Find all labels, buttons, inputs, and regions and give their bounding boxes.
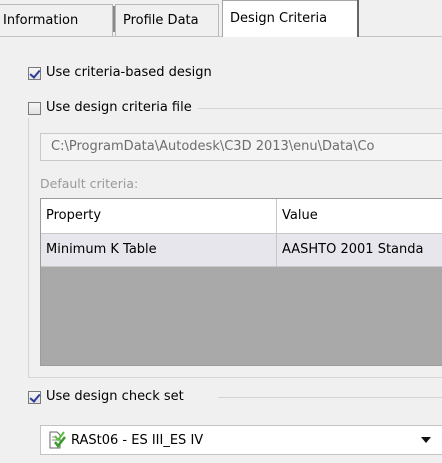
default-criteria-label: Default criteria: xyxy=(40,176,139,191)
table-row[interactable]: Minimum K Table AASHTO 2001 Standa xyxy=(41,234,442,267)
criteria-based-design-row[interactable]: Use criteria-based design xyxy=(28,63,212,83)
design-check-set-dropdown[interactable]: RASt06 - ES III_ES IV xyxy=(40,425,442,455)
column-header-property[interactable]: Property xyxy=(41,199,277,233)
chevron-down-icon[interactable] xyxy=(421,437,431,443)
criteria-based-design-label: Use criteria-based design xyxy=(46,65,212,80)
criteria-file-label: Use design criteria file xyxy=(46,100,192,115)
design-check-set-checkbox[interactable] xyxy=(28,390,41,404)
design-check-set-value: RASt06 - ES III_ES IV xyxy=(71,432,204,448)
tab-information[interactable]: Information xyxy=(0,4,113,36)
tab-strip: Information Profile Data Design Criteria xyxy=(0,0,442,37)
criteria-based-design-checkbox[interactable] xyxy=(28,66,41,80)
design-check-set-row[interactable]: Use design check set xyxy=(28,387,184,407)
check-set-group-line xyxy=(218,397,442,398)
criteria-file-path-field[interactable]: C:\ProgramData\Autodesk\C3D 2013\enu\Dat… xyxy=(40,133,442,161)
table-header: Property Value xyxy=(41,199,442,234)
criteria-file-checkbox[interactable] xyxy=(28,101,41,115)
tab-profile-data[interactable]: Profile Data xyxy=(115,4,219,36)
design-check-set-label: Use design check set xyxy=(46,389,184,404)
tab-selected-edge xyxy=(357,0,359,37)
column-header-value[interactable]: Value xyxy=(277,199,442,233)
design-check-set-icon xyxy=(49,431,66,449)
criteria-file-row[interactable]: Use design criteria file xyxy=(28,98,198,118)
tab-design-criteria[interactable]: Design Criteria xyxy=(222,0,359,37)
default-criteria-table[interactable]: Property Value Minimum K Table AASHTO 20… xyxy=(40,198,442,366)
table-cell-property: Minimum K Table xyxy=(41,234,277,266)
table-cell-value[interactable]: AASHTO 2001 Standa xyxy=(277,234,442,266)
